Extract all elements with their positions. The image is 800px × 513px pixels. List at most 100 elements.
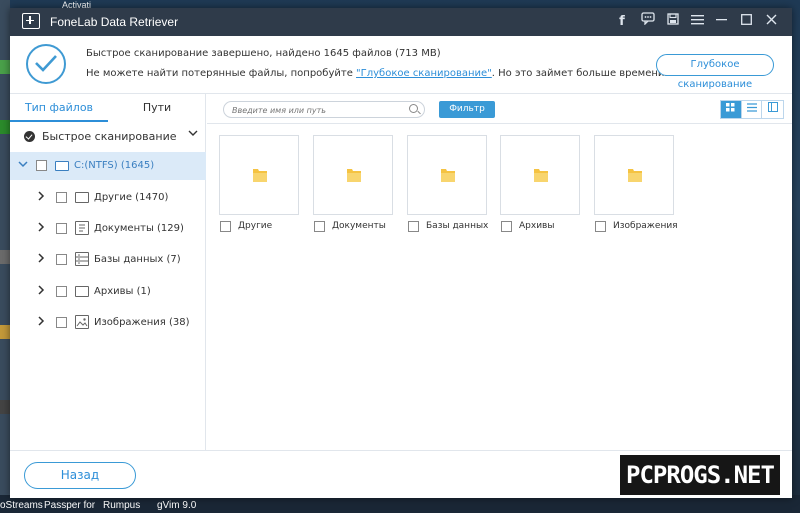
tab-file-types[interactable]: Тип файлов — [10, 94, 108, 122]
folder-thumbnail[interactable] — [313, 135, 393, 215]
app-logo-icon — [22, 13, 40, 29]
detail-view-icon[interactable] — [762, 101, 783, 118]
grid-checkbox[interactable] — [220, 221, 231, 232]
folder-icon — [75, 192, 89, 203]
drive-icon — [55, 161, 69, 171]
tree-label: Архивы (1) — [94, 286, 151, 297]
desktop-icon-fragment — [0, 60, 10, 74]
grid-checkbox[interactable] — [595, 221, 606, 232]
scan-mode-check-icon — [24, 131, 35, 142]
tree-checkbox[interactable] — [56, 286, 67, 297]
chevron-right-icon[interactable] — [36, 315, 46, 329]
chevron-right-icon[interactable] — [36, 221, 46, 235]
desktop-label[interactable]: Rumpus — [103, 500, 140, 511]
deep-scan-button[interactable]: Глубокое сканирование — [656, 54, 774, 90]
grid-checkbox[interactable] — [501, 221, 512, 232]
scan-hint-suffix: . Но это займет больше времени. — [491, 68, 668, 79]
tree-checkbox[interactable] — [56, 192, 67, 203]
folder-thumbnail[interactable] — [219, 135, 299, 215]
tree-label: C:(NTFS) (1645) — [74, 160, 155, 171]
scan-mode-label: Быстрое сканирование — [42, 130, 177, 143]
database-icon — [75, 252, 89, 266]
desktop-label[interactable]: gVim 9.0 — [157, 500, 196, 511]
minimize-icon[interactable] — [711, 12, 731, 32]
chevron-down-icon[interactable] — [18, 158, 28, 172]
tree-item-archives[interactable]: Архивы (1) — [10, 278, 206, 306]
folder-icon — [441, 169, 455, 182]
view-switcher — [720, 100, 784, 119]
search-icon[interactable] — [409, 104, 418, 113]
save-icon[interactable] — [663, 12, 683, 32]
left-tabs: Тип файлов Пути — [10, 94, 206, 122]
search-box[interactable] — [223, 101, 425, 118]
tree-checkbox[interactable] — [56, 223, 67, 234]
chevron-right-icon[interactable] — [36, 252, 46, 266]
title-bar[interactable]: FoneLab Data Retriever f — [10, 8, 792, 36]
grid-item-images[interactable]: Изображения — [594, 135, 678, 241]
scan-result-header: Быстрое сканирование завершено, найдено … — [10, 36, 792, 94]
watermark-logo: PCPROGS.NET — [620, 455, 780, 495]
document-icon — [75, 221, 89, 235]
search-input[interactable] — [232, 104, 402, 116]
back-button[interactable]: Назад — [24, 462, 136, 489]
grid-item-label: Архивы — [519, 221, 555, 231]
grid-item-documents[interactable]: Документы — [313, 135, 393, 241]
grid-view-icon[interactable] — [721, 101, 742, 118]
grid-item-label: Другие — [238, 221, 273, 231]
folder-icon — [253, 169, 267, 182]
grid-item-other[interactable]: Другие — [219, 135, 299, 241]
archive-icon — [75, 286, 89, 297]
desktop-icon-fragment — [0, 120, 10, 134]
menu-icon[interactable] — [687, 12, 707, 32]
tree-item-images[interactable]: Изображения (38) — [10, 309, 206, 337]
tree-item-other[interactable]: Другие (1470) — [10, 184, 206, 212]
close-icon[interactable] — [761, 12, 781, 32]
tab-paths[interactable]: Пути — [108, 94, 206, 122]
scan-hint-text: Не можете найти потерянные файлы, попроб… — [86, 68, 668, 79]
app-window: FoneLab Data Retriever f Быстрое сканиро… — [10, 8, 792, 498]
grid-item-databases[interactable]: Базы данных — [407, 135, 488, 241]
scan-complete-check-icon — [26, 44, 66, 84]
grid-item-archives[interactable]: Архивы — [500, 135, 580, 241]
grid-checkbox[interactable] — [408, 221, 419, 232]
scan-hint-prefix: Не можете найти потерянные файлы, попроб… — [86, 68, 357, 79]
content-toolbar: Фильтр — [207, 94, 792, 124]
scan-mode-row[interactable]: Быстрое сканирование — [10, 126, 206, 148]
tree-checkbox[interactable] — [56, 317, 67, 328]
list-view-icon[interactable] — [742, 101, 763, 118]
folder-icon — [534, 169, 548, 182]
folder-thumbnail[interactable] — [500, 135, 580, 215]
scan-summary-text: Быстрое сканирование завершено, найдено … — [86, 48, 441, 59]
tree-label: Документы (129) — [94, 223, 184, 234]
facebook-icon[interactable]: f — [612, 12, 632, 32]
deep-scan-link[interactable]: "Глубокое сканирование" — [356, 68, 492, 79]
folder-thumbnail[interactable] — [407, 135, 487, 215]
image-icon — [75, 315, 89, 329]
folder-icon — [347, 169, 361, 182]
folder-icon — [628, 169, 642, 182]
grid-item-label: Изображения — [613, 221, 678, 231]
tree-checkbox[interactable] — [56, 254, 67, 265]
desktop-label[interactable]: oStreams — [0, 500, 43, 511]
chevron-down-icon[interactable] — [188, 128, 198, 141]
grid-checkbox[interactable] — [314, 221, 325, 232]
chevron-right-icon[interactable] — [36, 190, 46, 204]
desktop-icon-fragment — [0, 250, 10, 264]
tree-item-documents[interactable]: Документы (129) — [10, 215, 206, 243]
maximize-icon[interactable] — [736, 12, 756, 32]
app-title: FoneLab Data Retriever — [50, 15, 179, 29]
folder-thumbnail[interactable] — [594, 135, 674, 215]
desktop-icon-fragment — [0, 325, 10, 339]
tree-label: Базы данных (7) — [94, 254, 181, 265]
filter-button[interactable]: Фильтр — [439, 101, 495, 118]
tree-label: Изображения (38) — [94, 317, 190, 328]
chevron-right-icon[interactable] — [36, 284, 46, 298]
tree-item-databases[interactable]: Базы данных (7) — [10, 246, 206, 274]
desktop-icon-fragment — [0, 400, 10, 414]
left-panel: Тип файлов Пути Быстрое сканирование C:(… — [10, 94, 206, 450]
tree-checkbox[interactable] — [36, 160, 47, 171]
tree-item-drive[interactable]: C:(NTFS) (1645) — [10, 152, 206, 180]
desktop-label[interactable]: Passper for — [44, 500, 95, 511]
chat-icon[interactable] — [638, 12, 658, 32]
grid-item-label: Документы — [332, 221, 386, 231]
